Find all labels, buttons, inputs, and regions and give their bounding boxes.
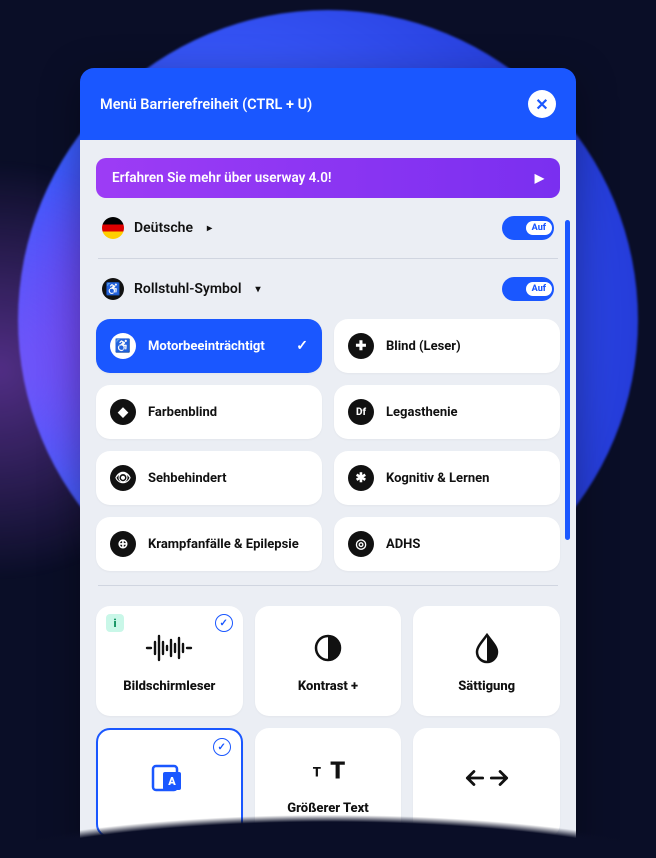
profile-motor-impaired[interactable]: ♿ Motorbeeinträchtigt ✓ [96,319,322,373]
panel-title: Menü Barrierefreiheit (CTRL + U) [100,96,312,113]
profile-label: Kognitiv & Lernen [386,471,546,486]
text-size-icon: TT [304,754,352,791]
info-badge: i [106,614,124,632]
profile-label: ADHS [386,537,546,552]
feature-bigger-text[interactable]: TT Größerer Text [255,728,402,838]
profile-label: Sehbehindert [148,471,308,486]
language-selector[interactable]: Deütsche ▸ [102,217,212,239]
profile-blind[interactable]: ✚ Blind (Leser) [334,319,560,373]
drop-icon [463,632,511,669]
dyslexia-icon: Df [348,399,374,425]
widget-symbol-label: Rollstuhl-Symbol [134,281,241,297]
feature-screen-reader[interactable]: i ✓ Bildschirmleser [96,606,243,716]
widget-symbol-row: ♿ Rollstuhl-Symbol ▾ Auf [96,273,560,305]
feature-label: Kontrast + [298,679,358,694]
panel-body: Erfahren Sie mehr über userway 4.0! ▶ De… [80,140,576,858]
target-icon: ◎ [348,531,374,557]
feature-label: Bildschirmleser [123,679,215,694]
accessibility-profiles-grid: ♿ Motorbeeinträchtigt ✓ ✚ Blind (Leser) … [96,319,560,571]
language-label: Deütsche [134,220,193,236]
feature-tiles-grid: i ✓ Bildschirmleser Kontrast + Sättigung [96,600,560,838]
profile-vision-impaired[interactable]: 👁 Sehbehindert [96,451,322,505]
language-toggle[interactable]: Auf [502,216,554,240]
svg-text:A: A [168,775,177,788]
drop-icon: ◆ [110,399,136,425]
feature-text-spacing[interactable] [413,728,560,838]
profile-label: Motorbeeinträchtigt [148,339,284,354]
scrollbar-thumb[interactable] [565,220,570,540]
puzzle-icon: ✱ [348,465,374,491]
contrast-icon [304,632,352,669]
divider [98,258,558,259]
brain-icon: ⊕ [110,531,136,557]
divider [98,585,558,586]
feature-label: Größerer Text [287,801,368,816]
eye-icon: 👁 [110,465,136,491]
flag-germany-icon [102,217,124,239]
profile-label: Blind (Leser) [386,339,546,354]
check-badge: ✓ [213,738,231,756]
svg-text:T: T [330,757,345,785]
wheelchair-icon: ♿ [102,278,124,300]
profile-label: Farbenblind [148,405,308,420]
toggle-state-label: Auf [526,221,552,235]
blind-icon: ✚ [348,333,374,359]
wheelchair-icon: ♿ [110,333,136,359]
feature-smart-contrast[interactable]: ✓ A [96,728,243,838]
profile-seizure-epilepsy[interactable]: ⊕ Krampfanfälle & Epilepsie [96,517,322,571]
check-icon: ✓ [296,338,308,354]
svg-text:T: T [313,766,321,781]
profile-colorblind[interactable]: ◆ Farbenblind [96,385,322,439]
chevron-right-icon: ▸ [207,223,212,234]
accessibility-menu-panel: Menü Barrierefreiheit (CTRL + U) ✕ Erfah… [80,68,576,858]
profile-adhd[interactable]: ◎ ADHS [334,517,560,571]
chevron-down-icon: ▾ [255,284,260,295]
profile-cognitive[interactable]: ✱ Kognitiv & Lernen [334,451,560,505]
banner-arrow-icon: ▶ [535,171,544,185]
spacing-icon [463,762,511,799]
widget-symbol-toggle[interactable]: Auf [502,277,554,301]
profile-dyslexia[interactable]: Df Legasthenie [334,385,560,439]
whats-new-banner[interactable]: Erfahren Sie mehr über userway 4.0! ▶ [96,158,560,198]
widget-symbol-selector[interactable]: ♿ Rollstuhl-Symbol ▾ [102,278,261,300]
close-icon: ✕ [535,95,548,114]
smart-contrast-icon: A [145,762,193,799]
panel-header: Menü Barrierefreiheit (CTRL + U) ✕ [80,68,576,140]
feature-label: Sättigung [458,679,515,694]
profile-label: Legasthenie [386,405,546,420]
toggle-state-label: Auf [526,282,552,296]
language-row: Deütsche ▸ Auf [96,212,560,244]
check-badge: ✓ [215,614,233,632]
audio-wave-icon [145,632,193,669]
feature-saturation[interactable]: Sättigung [413,606,560,716]
banner-text: Erfahren Sie mehr über userway 4.0! [112,170,332,186]
close-button[interactable]: ✕ [528,90,556,118]
feature-contrast[interactable]: Kontrast + [255,606,402,716]
profile-label: Krampfanfälle & Epilepsie [148,537,308,552]
